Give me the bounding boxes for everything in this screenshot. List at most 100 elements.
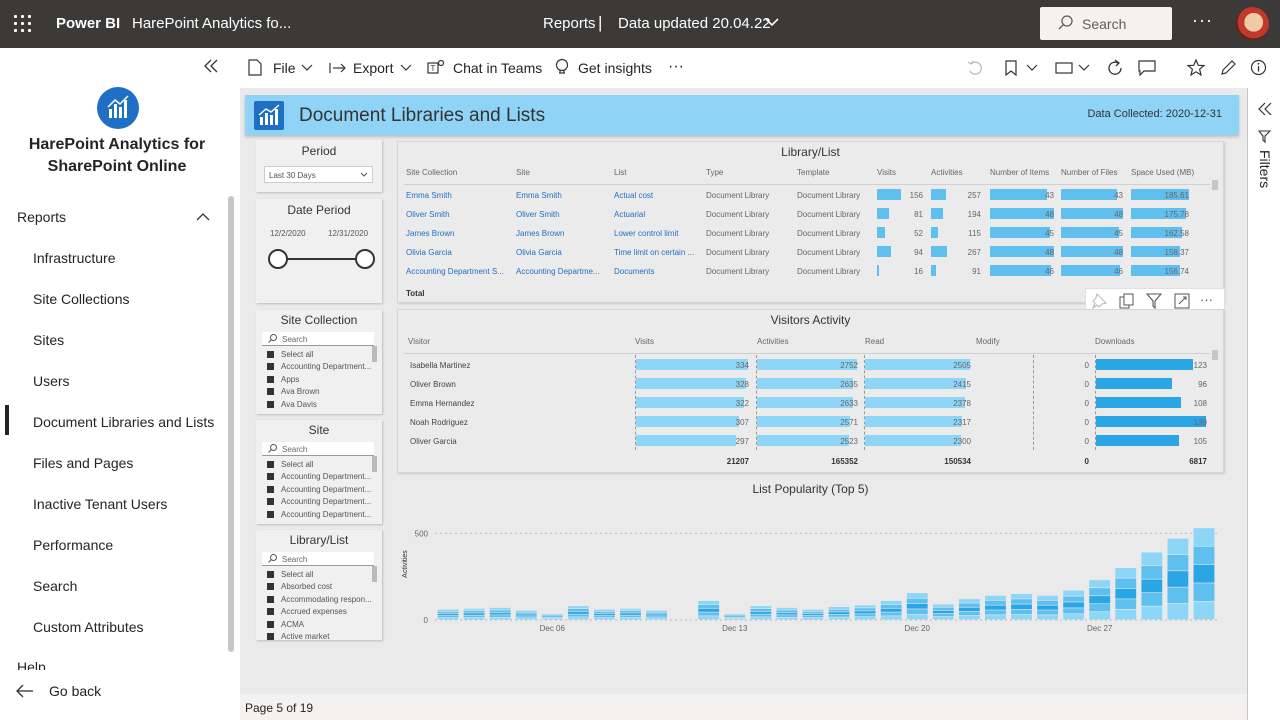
- bar[interactable]: [880, 600, 902, 620]
- nav-item-infrastructure[interactable]: Infrastructure: [33, 250, 115, 266]
- bar[interactable]: [828, 607, 850, 620]
- column-header[interactable]: Visits: [635, 337, 654, 346]
- copy-icon[interactable]: [1119, 293, 1135, 309]
- nav-item-files-pages[interactable]: Files and Pages: [33, 455, 133, 471]
- column-header[interactable]: Site: [516, 168, 530, 177]
- bar[interactable]: [958, 599, 980, 620]
- file-icon[interactable]: [248, 59, 262, 76]
- bar[interactable]: [1011, 594, 1032, 620]
- bar[interactable]: [463, 608, 485, 620]
- table-cell-link[interactable]: James Brown: [516, 229, 616, 238]
- bar[interactable]: [1167, 538, 1189, 620]
- bar[interactable]: [724, 613, 746, 620]
- slicer-scrollbar[interactable]: [372, 346, 377, 362]
- bar[interactable]: [854, 605, 876, 620]
- table-cell-link[interactable]: Accounting Departme...: [516, 267, 616, 276]
- bar[interactable]: [1193, 528, 1215, 620]
- nav-item-help[interactable]: Help: [17, 660, 46, 670]
- slicer-option[interactable]: Accounting Department...: [267, 510, 371, 519]
- slicer-option[interactable]: Accounting Department...: [267, 362, 371, 371]
- favorite-star-icon[interactable]: [1187, 59, 1205, 76]
- slicer-scrollbar[interactable]: [372, 566, 377, 582]
- bar[interactable]: [1089, 580, 1111, 620]
- bar[interactable]: [489, 607, 511, 620]
- slicer-option[interactable]: Accounting Department...: [267, 472, 371, 481]
- slicer-option[interactable]: Accounting Department...: [267, 497, 371, 506]
- edit-pencil-icon[interactable]: [1220, 59, 1237, 76]
- nav-item-inactive-users[interactable]: Inactive Tenant Users: [33, 496, 167, 512]
- column-header[interactable]: Visits: [877, 168, 896, 177]
- slicer-option[interactable]: Select all: [267, 350, 313, 359]
- slicer-option[interactable]: Select all: [267, 570, 313, 579]
- column-header[interactable]: Read: [865, 337, 884, 346]
- slicer-option[interactable]: Accommodating respon...: [267, 595, 372, 604]
- nav-item-performance[interactable]: Performance: [33, 537, 113, 553]
- slicer-search-input[interactable]: Search: [262, 442, 374, 456]
- data-updated-label[interactable]: Data updated 20.04.22: [618, 15, 771, 32]
- bar[interactable]: [620, 608, 641, 620]
- export-menu[interactable]: Export: [353, 60, 393, 76]
- lightbulb-icon[interactable]: [555, 58, 569, 76]
- date-range-start-handle[interactable]: [268, 249, 288, 269]
- table-cell-link[interactable]: Olivia Garcia: [516, 248, 616, 257]
- sidebar-scrollbar[interactable]: [228, 196, 234, 652]
- bar[interactable]: [802, 609, 824, 620]
- more-options-icon[interactable]: ···: [1192, 10, 1213, 31]
- export-icon[interactable]: [329, 62, 347, 74]
- file-menu[interactable]: File: [273, 60, 296, 76]
- column-header[interactable]: Number of Items: [990, 168, 1049, 177]
- nav-item-document-libraries[interactable]: Document Libraries and Lists: [33, 414, 214, 430]
- nav-item-search[interactable]: Search: [33, 578, 77, 594]
- column-header[interactable]: Visitor: [408, 337, 430, 346]
- column-header[interactable]: Activities: [757, 337, 789, 346]
- bar[interactable]: [646, 610, 667, 620]
- column-header[interactable]: Modify: [976, 337, 1000, 346]
- bar[interactable]: [1141, 552, 1163, 620]
- slicer-search-input[interactable]: Search: [262, 332, 374, 346]
- get-insights-button[interactable]: Get insights: [578, 60, 652, 76]
- bar[interactable]: [985, 595, 1006, 620]
- nav-item-custom-attributes[interactable]: Custom Attributes: [33, 619, 144, 635]
- chat-in-teams-button[interactable]: Chat in Teams: [453, 60, 542, 76]
- slicer-search-input[interactable]: Search: [262, 552, 374, 566]
- slicer-option[interactable]: Accrued expenses: [267, 607, 347, 616]
- chevron-down-icon[interactable]: [301, 64, 313, 72]
- bar[interactable]: [932, 604, 954, 620]
- filters-label[interactable]: Filters: [1257, 150, 1273, 188]
- chevron-down-icon[interactable]: [1026, 64, 1038, 72]
- bar[interactable]: [1115, 568, 1137, 620]
- visual-more-icon[interactable]: ···: [1200, 292, 1213, 307]
- table-cell-link[interactable]: Oliver Smith: [406, 210, 506, 219]
- bar[interactable]: [437, 609, 459, 620]
- slicer-option[interactable]: Ava Davis: [267, 400, 317, 409]
- chevron-down-icon[interactable]: [765, 17, 779, 27]
- table-cell-link[interactable]: James Brown: [406, 229, 506, 238]
- table-cell-link[interactable]: Actuarial: [614, 210, 700, 219]
- slicer-option[interactable]: Select all: [267, 460, 313, 469]
- table-cell-link[interactable]: Documents: [614, 267, 700, 276]
- table-cell-link[interactable]: Time limit on certain ...: [614, 248, 700, 257]
- nav-section-reports[interactable]: Reports: [17, 209, 66, 225]
- slicer-option[interactable]: Apps: [267, 375, 299, 384]
- slicer-option[interactable]: ACMA: [267, 620, 304, 629]
- bar[interactable]: [698, 600, 720, 620]
- search-box[interactable]: Search: [1040, 7, 1172, 40]
- chevron-up-icon[interactable]: [196, 212, 210, 222]
- undo-icon[interactable]: [967, 60, 983, 76]
- table-cell-link[interactable]: Emma Smith: [516, 191, 616, 200]
- info-icon[interactable]: [1250, 59, 1267, 76]
- bar[interactable]: [1063, 590, 1085, 620]
- view-icon[interactable]: [1055, 62, 1073, 74]
- focus-mode-icon[interactable]: [1174, 293, 1190, 309]
- table-cell-link[interactable]: Emma Smith: [406, 191, 506, 200]
- column-header[interactable]: Template: [797, 168, 829, 177]
- go-back-link[interactable]: Go back: [49, 683, 101, 699]
- comment-icon[interactable]: [1138, 60, 1156, 76]
- refresh-icon[interactable]: [1106, 59, 1124, 77]
- table-cell-link[interactable]: Olivia Garcia: [406, 248, 506, 257]
- bar[interactable]: [906, 593, 928, 620]
- date-range-end-handle[interactable]: [355, 249, 375, 269]
- column-header[interactable]: Activities: [931, 168, 963, 177]
- bookmark-icon[interactable]: [1005, 60, 1017, 76]
- slicer-scrollbar[interactable]: [372, 456, 377, 472]
